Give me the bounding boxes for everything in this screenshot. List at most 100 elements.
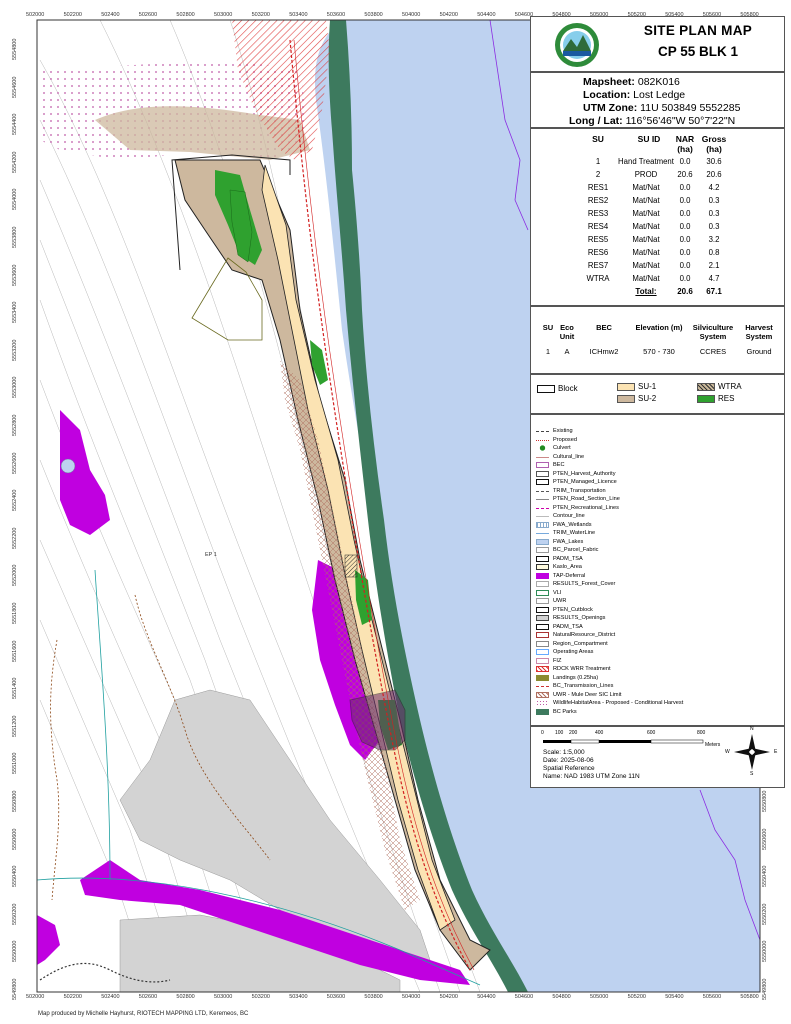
spatial-ref-name: Name: NAD 1983 UTM Zone 11N: [543, 773, 640, 780]
legend-layer-label: Kaslo_Area: [553, 564, 582, 570]
legend-layer-label: RESULTS_Forest_Cover: [553, 581, 616, 587]
su-cell: RES4: [587, 222, 609, 231]
su-cell: WTRA: [586, 274, 610, 283]
legend-swatch: [536, 507, 549, 509]
legend-swatch: [536, 445, 549, 451]
scale-tick: 200: [569, 730, 578, 736]
legend-su1-label: SU-1: [638, 382, 657, 391]
y-axis-tick-label: 5550800: [762, 790, 768, 812]
legend-swatch: [536, 606, 549, 613]
legend-swatch: [536, 431, 549, 432]
map-credit: Map produced by Michelle Hayhurst, RIOTE…: [38, 1011, 249, 1017]
legend-swatch: [536, 533, 549, 534]
compass-n: N: [750, 726, 754, 732]
legend-layer-label: Operating Areas: [553, 649, 594, 655]
north-arrow-icon: [734, 734, 770, 770]
eco-su-header: SU: [542, 323, 554, 332]
y-axis-tick-label: 5549800: [762, 978, 768, 1000]
total-gross: 67.1: [706, 287, 722, 296]
x-axis-tick-label: 502800: [176, 994, 195, 1000]
x-axis-tick-label: 504000: [402, 994, 421, 1000]
mapsheet-row: Mapsheet: 082K016: [583, 76, 680, 89]
legend-swatch: [536, 521, 549, 528]
legend-swatch: [536, 598, 549, 604]
su-cell: Mat/Nat: [632, 248, 660, 257]
x-axis-tick-label: 502600: [138, 994, 158, 1000]
x-axis-tick-label: 503800: [364, 994, 383, 1000]
x-axis-tick-label: 503600: [326, 994, 346, 1000]
legend-swatch: [536, 462, 549, 468]
y-axis-tick-label: 5550000: [12, 940, 18, 963]
x-axis-tick-label: 505600: [702, 994, 722, 1000]
y-axis-tick-label: 5551000: [12, 752, 18, 775]
y-axis-tick-label: 5550600: [762, 828, 768, 850]
su-cell: 3.2: [708, 235, 720, 244]
su-cell: RES7: [587, 261, 609, 270]
x-axis-tick-label: 503400: [289, 994, 308, 1000]
x-axis-tick-label: 503600: [326, 12, 346, 18]
legend-block-label: Block: [558, 384, 578, 393]
scale-tick: 400: [595, 730, 604, 736]
legend-swatch: [536, 555, 549, 562]
legend-swatch: [536, 666, 549, 672]
y-axis-tick-label: 5552600: [12, 452, 18, 474]
su-cell: 2.1: [708, 261, 720, 270]
y-axis-tick-label: 5553400: [12, 301, 18, 324]
x-axis-tick-label: 505800: [740, 994, 759, 1000]
legend-swatch: [536, 674, 549, 681]
y-axis-tick-label: 5553000: [12, 376, 18, 399]
x-axis-tick-label: 503200: [251, 12, 270, 18]
location-row: Location: Lost Ledge: [583, 89, 685, 102]
legend-res-label: RES: [718, 394, 735, 403]
map-title: SITE PLAN MAP: [643, 23, 753, 38]
su-table-row: RES3 Mat/Nat 0.0 0.3: [531, 209, 786, 222]
legend-wtra-label: WTRA: [718, 382, 742, 391]
x-axis-tick-label: 503000: [214, 12, 233, 18]
su-cell: Hand Treatment: [618, 157, 674, 166]
legend-layer-label: UWR: [553, 598, 567, 604]
eco-silv-header: Silviculture System: [692, 323, 734, 341]
nar-col-header: NAR (ha): [675, 134, 695, 154]
legend-layer-label: BEC: [553, 462, 565, 468]
legend-swatch: [536, 640, 549, 647]
su-table-row: WTRA Mat/Nat 0.0 4.7: [531, 274, 786, 287]
y-axis-tick-label: 5553200: [12, 339, 18, 361]
y-axis-tick-label: 5553800: [12, 226, 18, 248]
x-axis-tick-label: 505200: [627, 994, 646, 1000]
legend-layer-label: PADM_TSA: [553, 555, 583, 562]
scale-tick: 100: [555, 730, 564, 736]
su-cell: 0.3: [708, 196, 720, 205]
legend-swatch: [536, 479, 549, 485]
su-cell: RES1: [587, 183, 609, 192]
su-cell: Mat/Nat: [632, 222, 660, 231]
su-cell: Mat/Nat: [632, 261, 660, 270]
layer-legend-panel: Existing Proposed Culvert Cultural_line BEC P…: [530, 414, 785, 726]
legend-layer-label: Region_Compartment: [553, 640, 608, 647]
eco-bec-value: ICHmw2: [589, 347, 619, 356]
x-axis-tick-label: 505000: [590, 994, 609, 1000]
y-axis-tick-label: 5552800: [12, 414, 18, 436]
su-cell: 20.6: [706, 170, 722, 179]
y-axis-tick-label: 5550600: [12, 828, 18, 850]
legend-layer-label: FWA_Lakes: [553, 538, 584, 545]
wtra-swatch: [697, 383, 715, 391]
legend-layer-label: BC_Transmission_Lines: [553, 683, 614, 689]
lonlat-label: Long / Lat:: [569, 115, 623, 127]
su-table-row: RES7 Mat/Nat 0.0 2.1: [531, 261, 786, 274]
block-swatch: [537, 385, 555, 393]
legend-swatch: [536, 490, 549, 492]
lonlat-value: 116°56'46"W 50°7'22"N: [625, 115, 736, 127]
y-axis-tick-label: 5554600: [12, 76, 18, 98]
legend-su2-label: SU-2: [638, 394, 657, 403]
compass-s: S: [750, 771, 754, 777]
su-table-row: 1 Hand Treatment 0.0 30.6: [531, 157, 786, 170]
compass-e: E: [774, 749, 778, 755]
legend-layer-label: TRIM_WaterLine: [553, 530, 596, 536]
su-cell: Mat/Nat: [632, 235, 660, 244]
legend-layer-label: UWR - Mule Deer SIC Limit: [553, 691, 622, 698]
legend-layer-label: Culvert: [553, 445, 571, 451]
eco-elev-value: 570 - 730: [643, 347, 675, 356]
legend-layer-label: PADM_TSA: [553, 623, 583, 630]
legend-layer-label: Contour_line: [553, 513, 585, 519]
x-axis-tick-label: 502000: [26, 12, 45, 18]
